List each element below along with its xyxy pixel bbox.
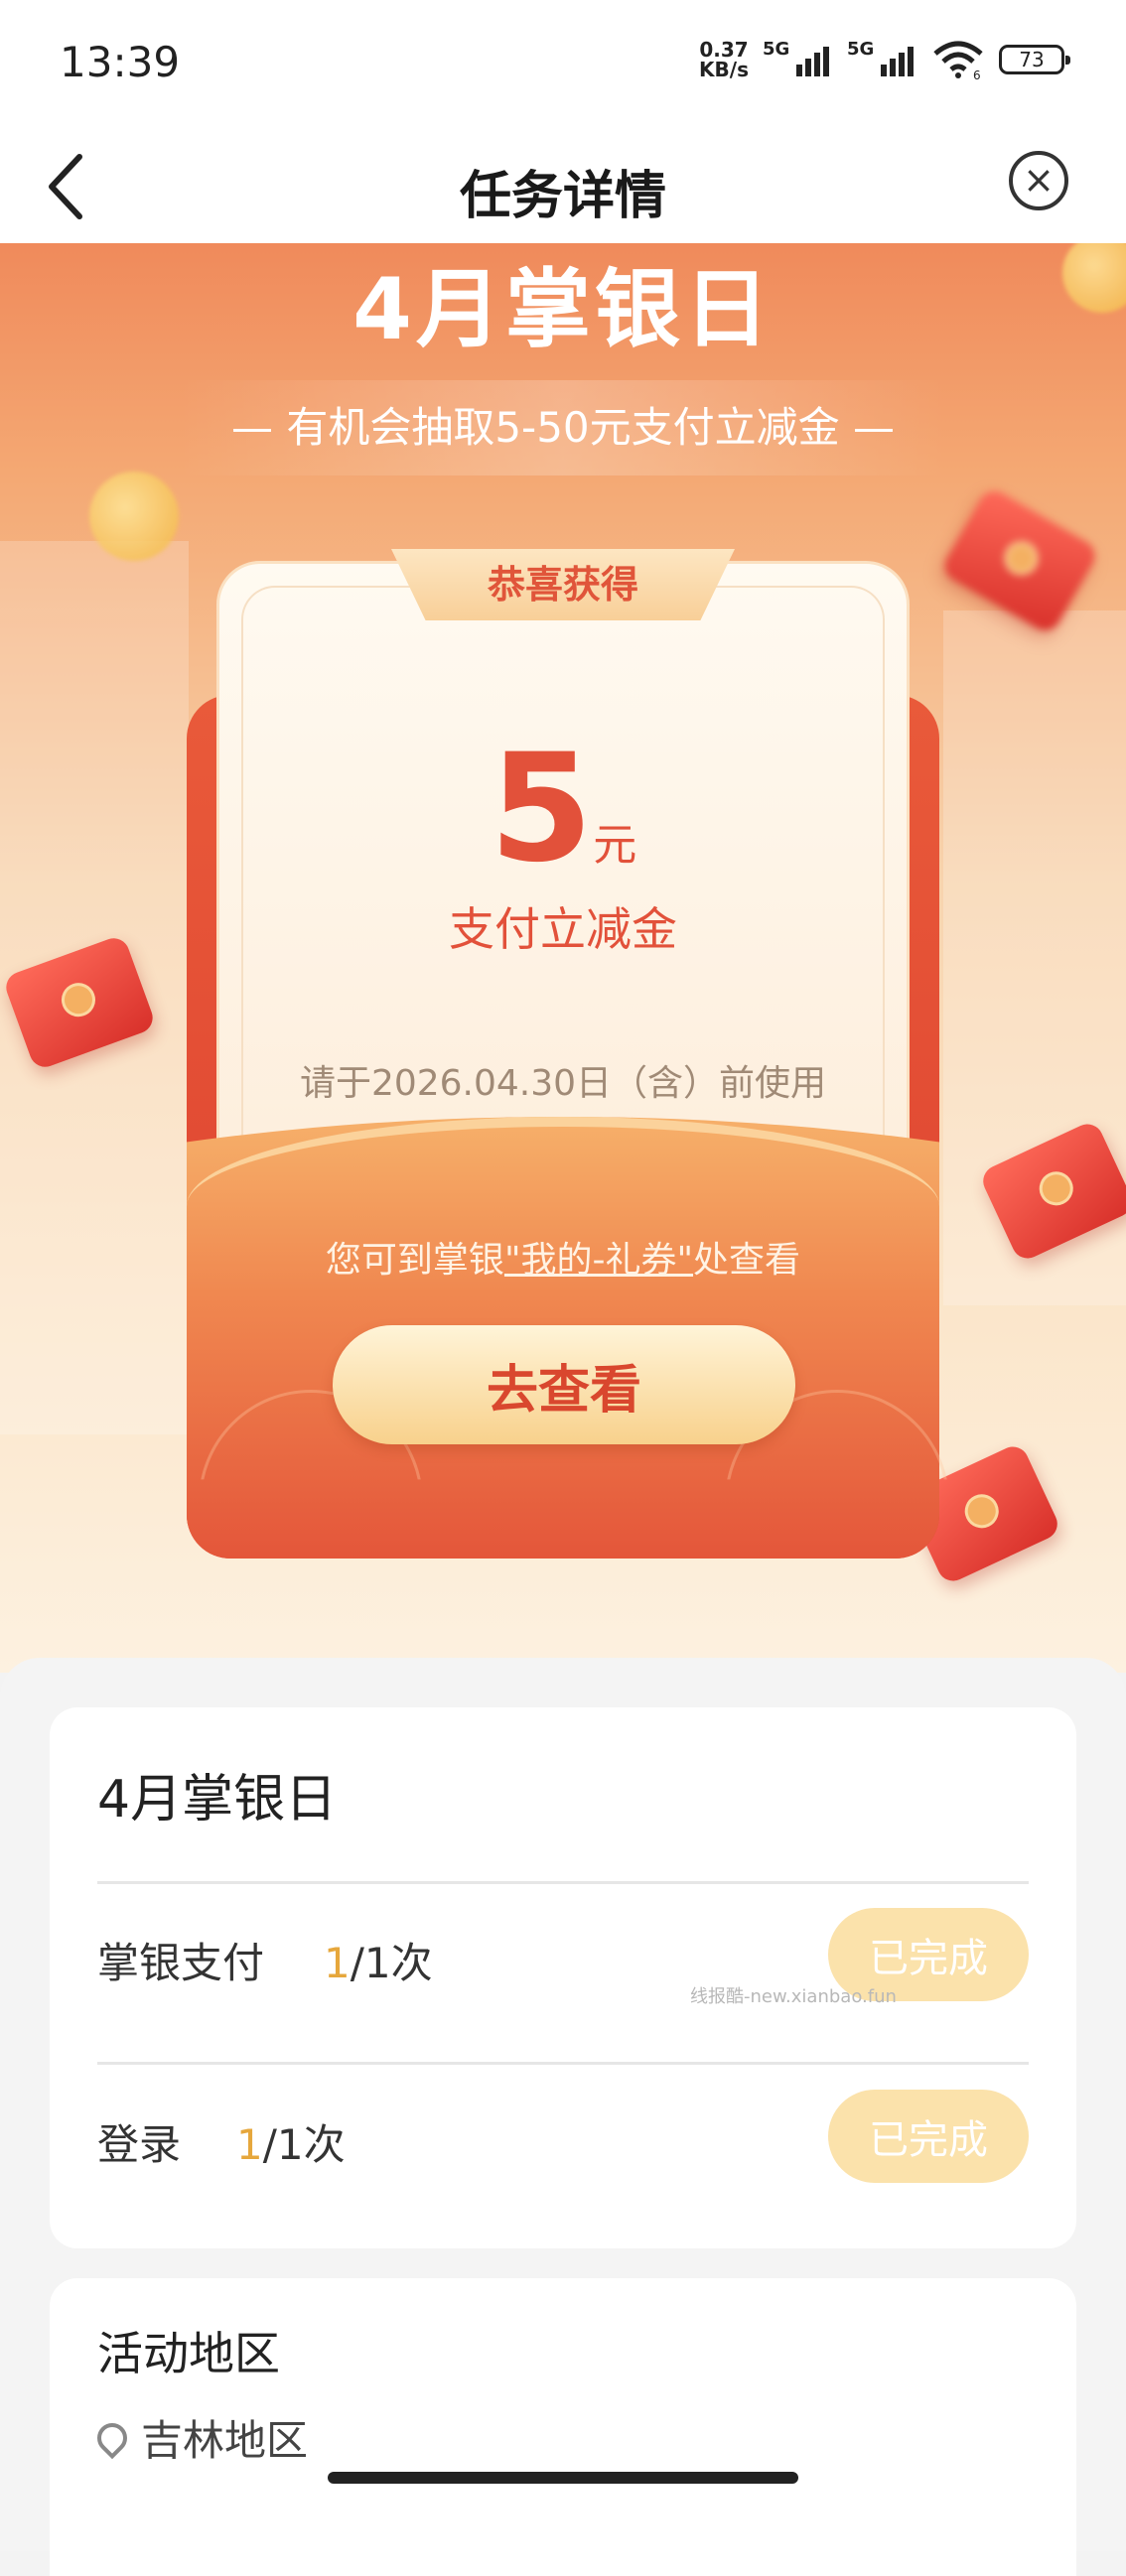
prize-value: 5	[489, 723, 594, 895]
close-circle-icon: ×	[1023, 158, 1055, 202]
signal-icon: 5G	[847, 39, 917, 76]
location-pin-icon	[90, 2416, 134, 2459]
network-speed: 0.37 KB/s	[699, 38, 749, 81]
svg-text:6: 6	[973, 68, 981, 79]
divider	[97, 2062, 1029, 2065]
divider	[97, 1881, 1029, 1884]
task-row: 登录 1/1次 已完成	[97, 2078, 1029, 2197]
prize-name: 支付立减金	[449, 902, 677, 956]
prize-amount: 5元	[0, 735, 1126, 883]
task-status-button[interactable]: 已完成	[828, 2090, 1029, 2183]
page-title: 任务详情	[459, 167, 666, 226]
view-button[interactable]: 去查看	[333, 1325, 795, 1444]
wifi-icon: 6	[933, 41, 983, 79]
home-indicator[interactable]	[328, 2472, 798, 2484]
activity-area-card: 活动地区 吉林地区	[50, 2278, 1076, 2576]
task-name: 登录	[97, 2120, 182, 2169]
prize-unit: 元	[593, 820, 637, 871]
task-progress: 1/1次	[236, 2120, 346, 2169]
battery-icon: 73	[999, 45, 1070, 74]
status-time: 13:39	[60, 38, 181, 86]
close-button[interactable]: ×	[1009, 151, 1068, 210]
watermark: 线报酷-new.xianbao.fun	[690, 1986, 897, 2007]
banner-subtitle: — 有机会抽取5-50元支付立减金 —	[179, 380, 947, 475]
signal-icon: 5G	[763, 39, 833, 76]
banner-title: 4月掌银日	[352, 260, 774, 359]
task-name: 掌银支付	[97, 1939, 265, 1987]
task-card: 4月掌银日 掌银支付 1/1次 已完成 登录 1/1次 已完成	[50, 1707, 1076, 2248]
area-location: 吉林地区	[90, 2407, 308, 2468]
prize-expiry: 请于2026.04.30日（含）前使用	[299, 1063, 827, 1104]
nav-bar: 任务详情 ×	[0, 129, 1126, 243]
area-title: 活动地区	[97, 2327, 280, 2380]
voucher-hint: 您可到掌银"我的-礼券"处查看	[325, 1240, 801, 1281]
status-bar: 13:39 0.37 KB/s 5G 5G 6 73	[0, 0, 1126, 129]
my-vouchers-link[interactable]: "我的-礼券"	[504, 1240, 693, 1281]
task-progress: 1/1次	[324, 1939, 433, 1987]
coin-decoration	[89, 472, 179, 561]
prize-ribbon: 恭喜获得	[391, 549, 735, 620]
status-icons: 0.37 KB/s 5G 5G 6 73	[699, 38, 1070, 81]
task-title: 4月掌银日	[97, 1770, 338, 1830]
